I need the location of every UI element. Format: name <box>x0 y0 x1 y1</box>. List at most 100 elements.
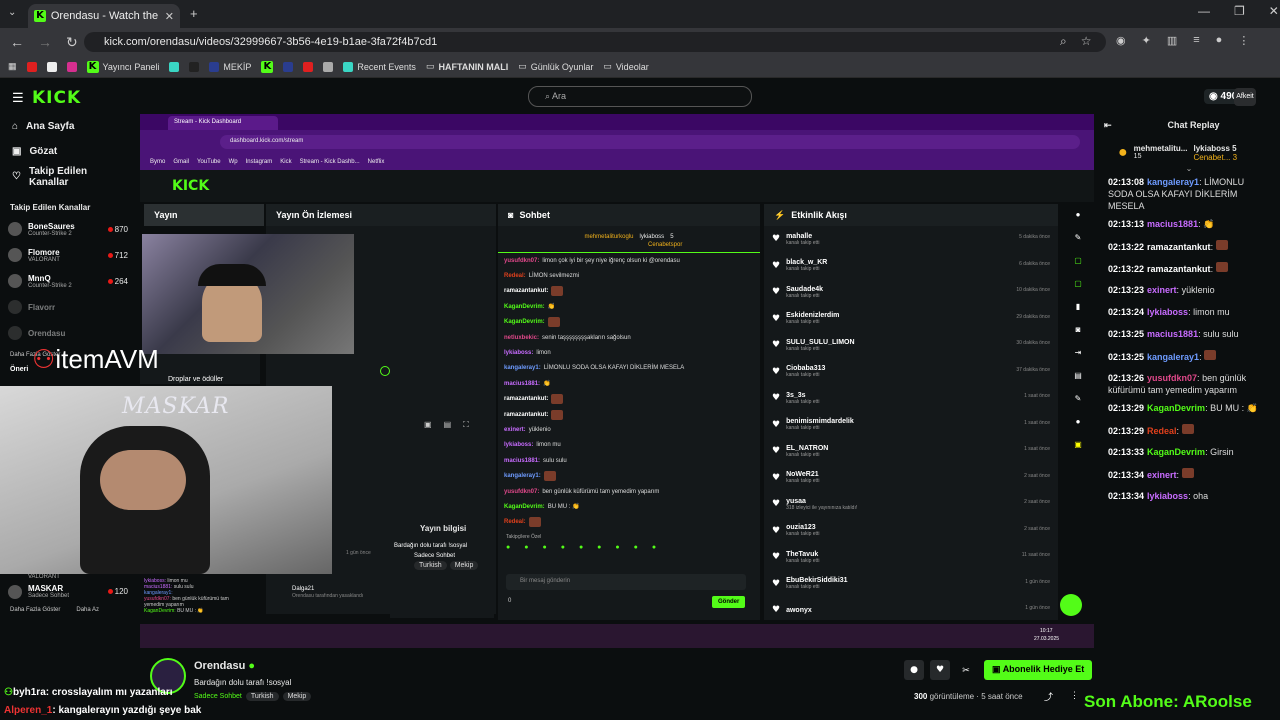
message-user[interactable]: ramazantankut <box>1147 242 1211 252</box>
kick-logo[interactable]: KICK <box>32 88 81 108</box>
bookmark-mekip[interactable]: MEKİP <box>209 61 251 72</box>
heart-icon: ♥ <box>772 419 781 430</box>
message-time: 02:13:24 <box>1108 307 1145 317</box>
heart-icon: ♥ <box>772 340 781 351</box>
message-user[interactable]: exinert <box>1147 285 1177 295</box>
tab-close-icon[interactable]: ✕ <box>165 10 174 23</box>
nav-home[interactable]: ⌂ Ana Sayfa <box>0 114 136 139</box>
apps-icon[interactable]: ▦ <box>8 61 17 72</box>
event-desc: kanalı takip etti <box>786 478 820 485</box>
message-user[interactable]: kangaleray1 <box>1147 352 1199 362</box>
message-user[interactable]: KaganDevrim <box>1147 447 1205 457</box>
forward-icon[interactable]: → <box>38 34 52 50</box>
event-desc: kanalı takip etti <box>786 557 820 564</box>
channel-name[interactable]: Orendasu ● <box>194 660 255 672</box>
event-time: 11 saat önce <box>1021 552 1050 558</box>
activity-event: ♥ EL_NATRON kanalı takip etti 1 saat önce <box>764 438 1058 465</box>
message-user[interactable]: ramazantankut <box>1147 264 1211 274</box>
message-user[interactable]: macius1881 <box>1147 219 1198 229</box>
puzzle-icon[interactable]: ✦ <box>1142 34 1151 47</box>
chat-username: yusufdkn07: <box>504 257 540 264</box>
message-user[interactable]: macius1881 <box>1147 329 1198 339</box>
bookmark-icon[interactable] <box>283 61 294 72</box>
event-text: 3s_3s kanalı takip etti <box>786 392 819 405</box>
close-window-icon[interactable]: ✕ <box>1269 4 1279 18</box>
sidebar-channel[interactable]: Flomore VALORANT 712 <box>0 242 136 268</box>
bookmark-icon[interactable] <box>189 61 200 72</box>
user-avatar[interactable]: Afkeit <box>1234 88 1256 106</box>
bookmark-haftanin-mali[interactable]: ▭ HAFTANIN MALI <box>426 61 508 72</box>
channel-text: Flavorr <box>28 303 55 312</box>
search-input[interactable]: ⌕ Ara <box>528 86 752 107</box>
restore-icon[interactable]: ❐ <box>1234 4 1245 18</box>
more-options-icon[interactable]: ⋮ <box>1070 690 1079 701</box>
show-less-link[interactable]: Daha Az <box>76 607 99 613</box>
sidebar-channel[interactable]: Flavorr <box>0 294 136 320</box>
channel-name: BoneSaures <box>28 221 75 231</box>
bookmark-videolar[interactable]: ▭ Videolar <box>603 61 648 72</box>
clip-icon[interactable]: ✂ <box>956 660 976 680</box>
dashboard-chat-message: Redeal: LİMON sevilmezmi <box>498 268 760 283</box>
nav-browse[interactable]: ▣ Gözat <box>0 139 136 164</box>
message-user[interactable]: KaganDevrim <box>1147 403 1205 413</box>
reload-icon[interactable]: ↻ <box>66 34 78 51</box>
sidebar-channel[interactable]: BoneSaures Counter-Strike 2 870 <box>0 216 136 242</box>
message-user[interactable]: exinert <box>1147 470 1177 480</box>
event-user: ouzia123 <box>786 524 816 532</box>
bookmark-star-icon[interactable]: ☆ <box>1081 34 1092 49</box>
extension-icon[interactable]: ◉ <box>1116 34 1126 47</box>
message-user[interactable]: Redeal <box>1147 426 1177 436</box>
expand-chevron-icon[interactable]: ⌄ <box>1098 164 1280 173</box>
activity-event: ♥ Ciobaba313 kanalı takip etti 37 dakika ön… <box>764 359 1058 386</box>
minimize-icon[interactable]: — <box>1198 4 1210 18</box>
channel-avatar <box>8 300 22 314</box>
menu-dots-icon[interactable]: ⋮ <box>1238 34 1249 47</box>
tab-list-icon[interactable]: ⌄ <box>8 7 16 18</box>
profile-icon[interactable]: ● <box>1216 34 1223 47</box>
message-user[interactable]: kangaleray1 <box>1147 177 1199 187</box>
back-icon[interactable]: ← <box>10 34 24 50</box>
share-icon[interactable]: ⤴ <box>1044 690 1053 703</box>
message-time: 02:13:29 <box>1108 403 1145 413</box>
nav-following[interactable]: ♡ Takip Edilen Kanallar <box>0 164 136 189</box>
hamburger-menu-icon[interactable]: ☰ <box>12 90 24 106</box>
message-user[interactable]: yusufdkn07 <box>1147 373 1197 383</box>
sidepanel-icon[interactable]: ▥ <box>1167 34 1177 47</box>
chat-replay-title: Chat Replay <box>1167 120 1220 130</box>
youtube-icon[interactable] <box>26 61 37 72</box>
inner-address-bar: dashboard.kick.com/stream <box>140 130 1094 154</box>
follow-heart-icon[interactable]: ♥ <box>930 660 950 680</box>
bookmark-gunluk-oyunlar[interactable]: ▭ Günlük Oyunlar <box>518 61 593 72</box>
kick-bookmark-icon[interactable]: K <box>261 60 274 73</box>
chat-message-input[interactable]: Bir mesaj gönderin <box>506 574 746 590</box>
new-tab-icon[interactable]: + <box>190 6 198 21</box>
loading-spinner-icon <box>380 366 390 376</box>
message-user[interactable]: lykiaboss <box>1147 491 1188 501</box>
home-icon: ⌂ <box>12 121 19 132</box>
sidebar-channel[interactable]: MnnQ Counter-Strike 2 264 <box>0 268 136 294</box>
event-user: NoWeR21 <box>786 471 819 479</box>
bookmark-icon[interactable] <box>323 61 334 72</box>
collapse-chat-icon[interactable]: ⇤ <box>1104 120 1112 131</box>
instagram-icon[interactable] <box>66 61 77 72</box>
bookmark-recent-events[interactable]: Recent Events <box>343 61 416 72</box>
event-text: EL_NATRON kanalı takip etti <box>786 445 828 458</box>
bookmark-yayinci-paneli[interactable]: K Yayıncı Paneli <box>86 60 159 73</box>
show-more-link-2[interactable]: Daha Fazla Göster <box>10 607 60 613</box>
send-button[interactable]: Gönder <box>712 596 746 608</box>
gift-subscription-button[interactable]: ▣ Abonelik Hediye Et <box>984 660 1093 680</box>
x-icon[interactable] <box>46 61 57 72</box>
browser-tab[interactable]: K Orendasu - Watch the VOD ✕ <box>28 4 180 28</box>
heart-icon: ♡ <box>12 171 21 182</box>
media-icon[interactable]: ≡ <box>1193 34 1199 47</box>
message-user[interactable]: lykiaboss <box>1147 307 1188 317</box>
bookmark-icon[interactable] <box>303 61 314 72</box>
zoom-icon[interactable]: ⌕ <box>1060 34 1067 49</box>
sidebar-channel[interactable]: Orendasu <box>0 320 136 346</box>
chat-username: macius1881: <box>504 457 541 464</box>
chat-replay-message: 02:13:33 KaganDevrim: Girsin <box>1108 447 1234 457</box>
url-input[interactable]: kick.com/orendasu/videos/32999667-3b56-4… <box>84 32 1106 52</box>
tool-icon: ✎ <box>1074 394 1082 403</box>
bookmark-icon[interactable] <box>169 61 180 72</box>
notification-bell-icon[interactable]: ● <box>904 660 924 680</box>
